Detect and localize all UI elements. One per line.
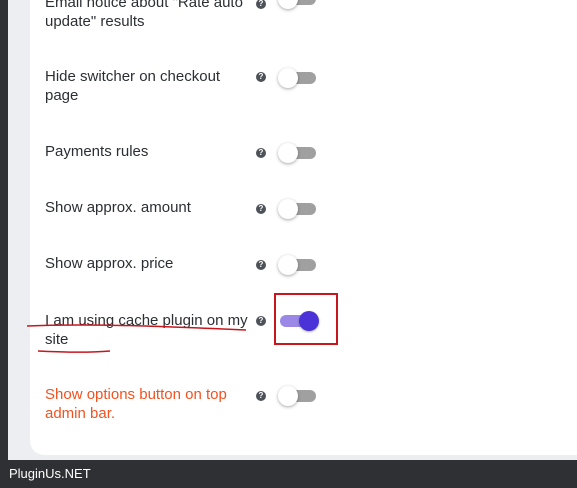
annotation-underline-1 (26, 324, 247, 331)
footer-bar: PluginUs.NET (0, 460, 577, 488)
annotation-underline-2 (37, 350, 111, 353)
annotation-underlines (26, 324, 247, 353)
footer-brand-text: PluginUs.NET (9, 466, 91, 481)
